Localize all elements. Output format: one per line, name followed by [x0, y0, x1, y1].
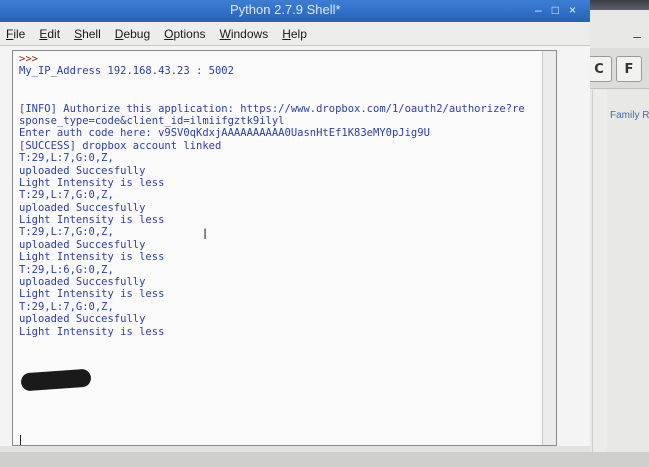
shell-line: T:29,L:7,G:0,Z, [19, 152, 114, 165]
menu-bar: File Edit Shell Debug Options Windows He… [0, 22, 590, 46]
shell-line: Light Intensity is less [19, 288, 165, 301]
title-bar[interactable]: Python 2.7.9 Shell* – □ × [0, 0, 590, 22]
shell-lines: >>> My_IP_Address 192.168.43.23 : 5002 [IN… [19, 53, 525, 338]
shell-line: Light Intensity is less [19, 176, 165, 189]
shell-line: T:29,L:7,G:0,Z, [19, 226, 114, 239]
menu-options[interactable]: Options [164, 27, 205, 41]
bg-side-text: Family Robot [610, 110, 649, 121]
shell-line: uploaded Succesfully [19, 276, 146, 289]
python-shell-window: Python 2.7.9 Shell* – □ × File Edit Shel… [0, 0, 590, 452]
close-icon[interactable]: × [569, 3, 576, 17]
shell-line: Enter auth code here: v9SV0qKdxjAAAAAAAA… [19, 127, 430, 140]
shell-line: [SUCCESS] dropbox account linked [19, 139, 222, 152]
shell-line: sponse_type=code&client_id=ilmiifgztk9il… [19, 114, 285, 127]
menu-shell[interactable]: Shell [74, 27, 101, 41]
shell-line: T:29,L:7,G:0,Z, [19, 300, 114, 313]
shell-line: uploaded Succesfully [19, 164, 146, 177]
bottom-edge [0, 452, 649, 467]
shell-line: T:29,L:6,G:0,Z, [19, 263, 114, 276]
shell-line: Light Intensity is less [19, 214, 165, 227]
menu-file[interactable]: File [6, 27, 25, 41]
window-title: Python 2.7.9 Shell* [230, 2, 341, 17]
vertical-scrollbar[interactable] [542, 51, 556, 445]
bg-scrollbar[interactable] [592, 90, 607, 467]
maximize-icon[interactable]: □ [552, 3, 559, 17]
menu-windows[interactable]: Windows [220, 27, 269, 41]
text-cursor [20, 435, 21, 445]
shell-output-area[interactable]: >>> My_IP_Address 192.168.43.23 : 5002 [IN… [12, 50, 557, 446]
bg-minimize-button[interactable]: – [633, 28, 641, 44]
photo-occlusion [20, 368, 92, 392]
shell-line: uploaded Succesfully [19, 313, 146, 326]
shell-line: uploaded Succesfully [19, 238, 146, 251]
menu-help[interactable]: Help [282, 27, 307, 41]
shell-line: My_IP_Address 192.168.43.23 : 5002 [19, 65, 234, 78]
shell-line: [INFO] Authorize this application: https… [19, 102, 525, 115]
minimize-icon[interactable]: – [535, 3, 542, 17]
window-controls: – □ × [535, 3, 576, 17]
bg-bookmark-button[interactable]: F [616, 56, 642, 82]
shell-line: Light Intensity is less [19, 251, 165, 264]
shell-line: T:29,L:7,G:0,Z, [19, 189, 114, 202]
menu-debug[interactable]: Debug [115, 27, 150, 41]
shell-line: uploaded Succesfully [19, 201, 146, 214]
shell-line: >>> [19, 53, 38, 65]
i-beam-icon: I [203, 227, 208, 243]
shell-line: Light Intensity is less [19, 325, 165, 338]
menu-edit[interactable]: Edit [39, 27, 60, 41]
